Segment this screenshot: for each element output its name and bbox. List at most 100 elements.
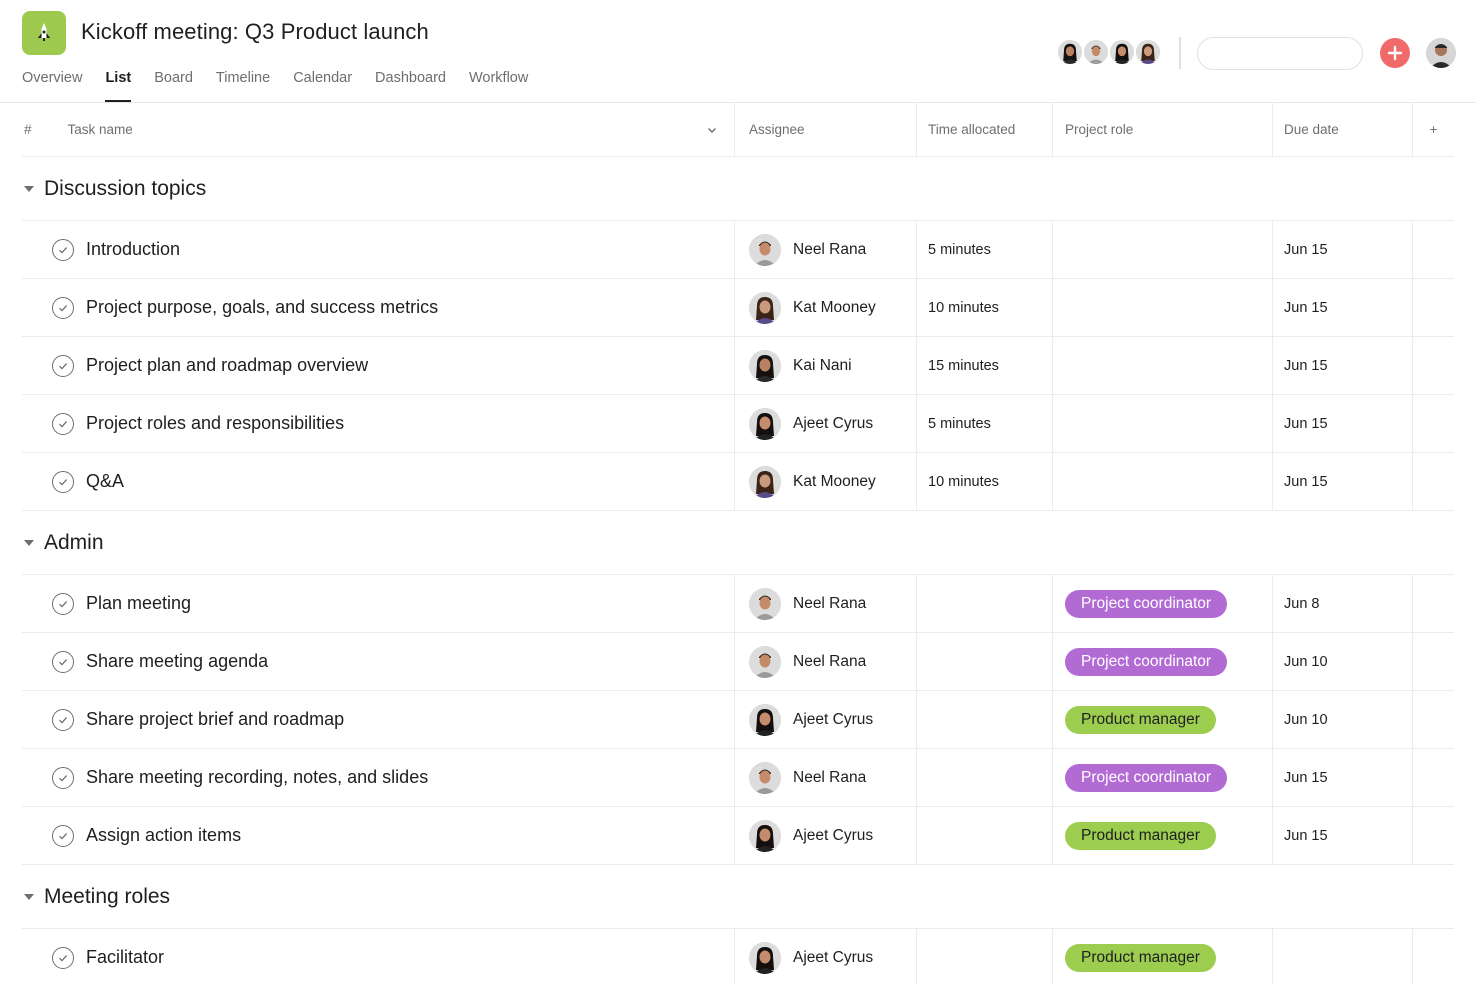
complete-task-checkbox[interactable] [52, 470, 74, 493]
tab-workflow[interactable]: Workflow [469, 70, 528, 102]
task-name-cell[interactable]: Assign action items [22, 807, 735, 864]
task-name[interactable]: Share meeting agenda [86, 651, 268, 672]
task-row[interactable]: Share meeting recording, notes, and slid… [22, 749, 1454, 807]
task-row[interactable]: Facilitator Ajeet Cyrus Product manager [22, 929, 1454, 984]
task-name-cell[interactable]: Share meeting recording, notes, and slid… [22, 749, 735, 806]
complete-task-checkbox[interactable] [52, 296, 74, 319]
column-project-role[interactable]: Project role [1053, 103, 1273, 156]
due-date-cell[interactable]: Jun 10 [1273, 633, 1413, 690]
task-name-cell[interactable]: Share project brief and roadmap [22, 691, 735, 748]
project-members[interactable] [1056, 38, 1162, 66]
time-allocated-cell[interactable]: 5 minutes [917, 221, 1053, 278]
task-name[interactable]: Facilitator [86, 947, 164, 968]
complete-task-checkbox[interactable] [52, 650, 74, 673]
assignee-cell[interactable]: Kat Mooney [735, 279, 917, 336]
caret-down-icon[interactable] [22, 539, 44, 547]
task-row[interactable]: Introduction Neel Rana 5 minutes Jun 15 [22, 221, 1454, 279]
complete-task-checkbox[interactable] [52, 412, 74, 435]
assignee-cell[interactable]: Kai Nani [735, 337, 917, 394]
search-box[interactable] [1197, 37, 1392, 70]
complete-task-checkbox[interactable] [52, 766, 74, 789]
member-avatar[interactable] [1134, 38, 1162, 66]
assignee-cell[interactable]: Neel Rana [735, 575, 917, 632]
tab-timeline[interactable]: Timeline [216, 70, 270, 102]
project-role-cell[interactable]: Product manager [1053, 691, 1273, 748]
due-date-cell[interactable]: Jun 10 [1273, 691, 1413, 748]
task-name[interactable]: Project plan and roadmap overview [86, 355, 368, 376]
assignee-cell[interactable]: Ajeet Cyrus [735, 395, 917, 452]
task-row[interactable]: Project plan and roadmap overview Kai Nan… [22, 337, 1454, 395]
project-role-badge[interactable]: Product manager [1065, 705, 1216, 734]
project-role-cell[interactable]: Project coordinator [1053, 749, 1273, 806]
due-date-cell[interactable]: Jun 15 [1273, 395, 1413, 452]
current-user-avatar[interactable] [1426, 38, 1456, 68]
task-name[interactable]: Share meeting recording, notes, and slid… [86, 767, 428, 788]
project-role-cell[interactable] [1053, 395, 1273, 452]
task-name-cell[interactable]: Plan meeting [22, 575, 735, 632]
complete-task-checkbox[interactable] [52, 238, 74, 261]
due-date-cell[interactable]: Jun 8 [1273, 575, 1413, 632]
task-name[interactable]: Project purpose, goals, and success metr… [86, 297, 438, 318]
due-date-cell[interactable]: Jun 15 [1273, 749, 1413, 806]
task-name-cell[interactable]: Facilitator [22, 929, 735, 984]
time-allocated-cell[interactable] [917, 633, 1053, 690]
member-avatar[interactable] [1056, 38, 1084, 66]
project-role-cell[interactable]: Product manager [1053, 929, 1273, 984]
due-date-cell[interactable]: Jun 15 [1273, 337, 1413, 394]
project-role-badge[interactable]: Product manager [1065, 943, 1216, 972]
task-row[interactable]: Project purpose, goals, and success metr… [22, 279, 1454, 337]
search-input[interactable] [1216, 39, 1392, 68]
assignee-cell[interactable]: Neel Rana [735, 221, 917, 278]
task-name[interactable]: Project roles and responsibilities [86, 413, 344, 434]
assignee-cell[interactable]: Neel Rana [735, 633, 917, 690]
task-row[interactable]: Q&A Kat Mooney 10 minutes Jun 15 [22, 453, 1454, 511]
task-row[interactable]: Share project brief and roadmap Ajeet Cyr… [22, 691, 1454, 749]
section-title[interactable]: Admin [44, 531, 104, 555]
project-role-cell[interactable] [1053, 453, 1273, 510]
task-name[interactable]: Introduction [86, 239, 180, 260]
chevron-down-icon[interactable] [706, 124, 718, 136]
section-title[interactable]: Meeting roles [44, 885, 170, 909]
assignee-cell[interactable]: Ajeet Cyrus [735, 929, 917, 984]
section-title[interactable]: Discussion topics [44, 177, 206, 201]
task-name-cell[interactable]: Share meeting agenda [22, 633, 735, 690]
time-allocated-cell[interactable]: 10 minutes [917, 279, 1053, 336]
project-role-cell[interactable] [1053, 337, 1273, 394]
complete-task-checkbox[interactable] [52, 592, 74, 615]
project-role-badge[interactable]: Project coordinator [1065, 763, 1228, 792]
member-avatar[interactable] [1082, 38, 1110, 66]
task-name-cell[interactable]: Project roles and responsibilities [22, 395, 735, 452]
task-name-cell[interactable]: Project plan and roadmap overview [22, 337, 735, 394]
member-avatar[interactable] [1108, 38, 1136, 66]
project-role-cell[interactable]: Project coordinator [1053, 575, 1273, 632]
caret-down-icon[interactable] [22, 893, 44, 901]
project-icon[interactable] [22, 11, 66, 55]
project-role-badge[interactable]: Project coordinator [1065, 589, 1228, 618]
add-column-button[interactable]: + [1413, 103, 1454, 156]
task-name-cell[interactable]: Introduction [22, 221, 735, 278]
tab-overview[interactable]: Overview [22, 70, 82, 102]
assignee-cell[interactable]: Kat Mooney [735, 453, 917, 510]
due-date-cell[interactable]: Jun 15 [1273, 807, 1413, 864]
due-date-cell[interactable] [1273, 929, 1413, 984]
task-row[interactable]: Share meeting agenda Neel Rana Project coo… [22, 633, 1454, 691]
column-assignee[interactable]: Assignee [735, 103, 917, 156]
caret-down-icon[interactable] [22, 185, 44, 193]
task-row[interactable]: Plan meeting Neel Rana Project coordinator… [22, 575, 1454, 633]
tab-list[interactable]: List [105, 70, 131, 102]
project-role-cell[interactable] [1053, 279, 1273, 336]
time-allocated-cell[interactable] [917, 575, 1053, 632]
project-role-cell[interactable]: Product manager [1053, 807, 1273, 864]
task-name[interactable]: Q&A [86, 471, 124, 492]
tab-board[interactable]: Board [154, 70, 193, 102]
complete-task-checkbox[interactable] [52, 708, 74, 731]
project-role-cell[interactable] [1053, 221, 1273, 278]
column-task-name[interactable]: # Task name [22, 103, 735, 156]
column-due-date[interactable]: Due date [1273, 103, 1413, 156]
time-allocated-cell[interactable] [917, 691, 1053, 748]
assignee-cell[interactable]: Neel Rana [735, 749, 917, 806]
task-name[interactable]: Share project brief and roadmap [86, 709, 344, 730]
column-time-allocated[interactable]: Time allocated [917, 103, 1053, 156]
time-allocated-cell[interactable] [917, 749, 1053, 806]
assignee-cell[interactable]: Ajeet Cyrus [735, 691, 917, 748]
